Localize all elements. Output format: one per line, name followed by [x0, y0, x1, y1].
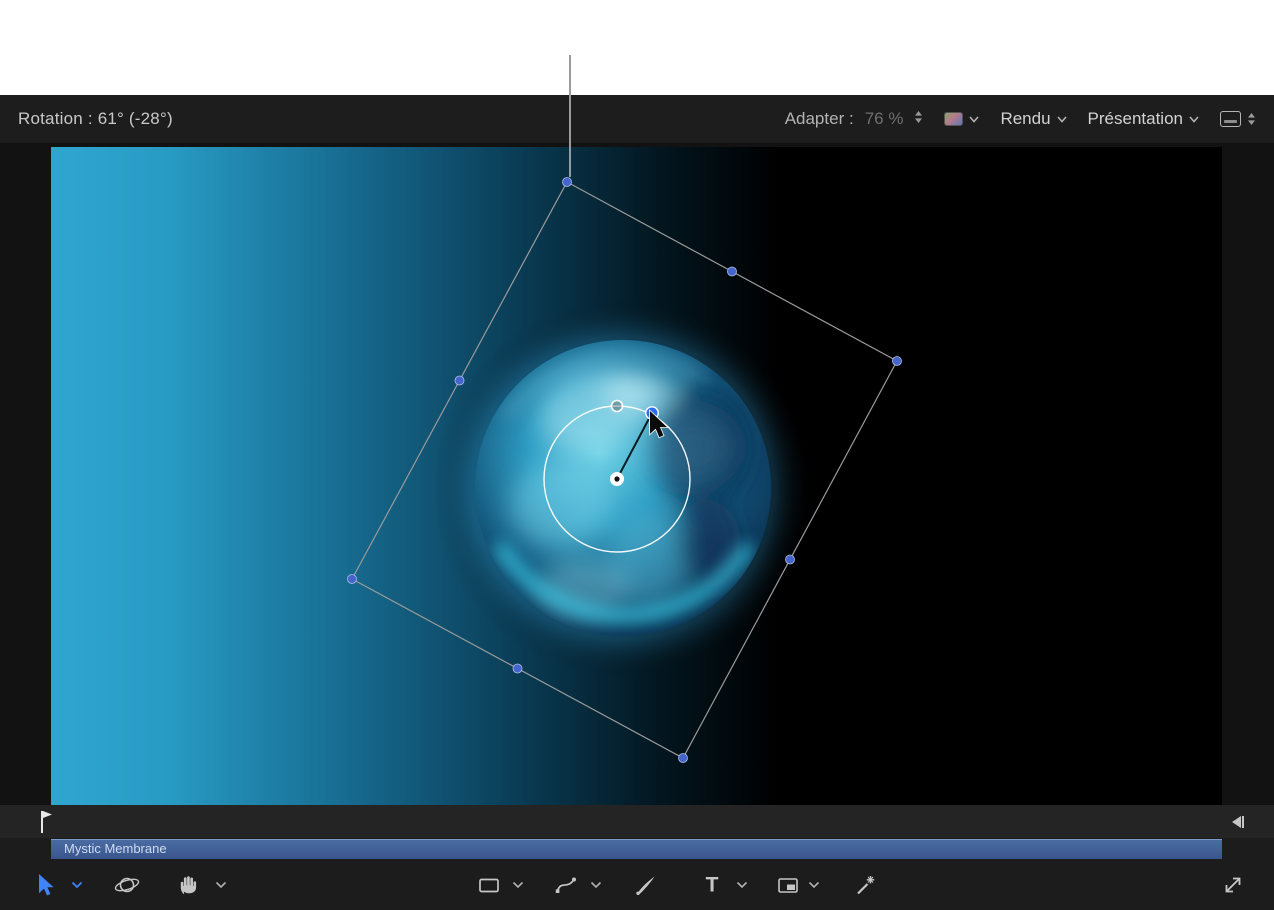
render-menu[interactable]: Rendu: [1000, 109, 1066, 129]
layout-selector[interactable]: [1220, 111, 1256, 127]
bezier-tool-button[interactable]: [553, 873, 579, 897]
bottom-bar: Mystic Membrane: [0, 838, 1274, 910]
render-menu-label: Rendu: [1000, 109, 1050, 129]
rectangle-tool-button[interactable]: [476, 873, 502, 897]
zoom-value[interactable]: 76 %: [865, 109, 904, 129]
corner-handle-right[interactable]: [893, 357, 902, 366]
stepper-icon: [1247, 112, 1256, 126]
mask-tool-button[interactable]: [775, 873, 801, 897]
playhead-marker-icon[interactable]: [38, 809, 54, 840]
channels-swatch-icon: [944, 112, 963, 126]
corner-handle-left[interactable]: [348, 575, 357, 584]
select-tool-button[interactable]: [36, 873, 56, 897]
anchor-point-dot: [614, 476, 619, 481]
mid-handle-bottom-right[interactable]: [786, 555, 795, 564]
layer-name: Mystic Membrane: [64, 841, 167, 856]
chevron-down-icon: [513, 882, 524, 889]
text-tool-dropdown[interactable]: [737, 882, 748, 889]
paint-stroke-tool-button[interactable]: [633, 873, 659, 897]
chevron-down-icon: [1189, 116, 1199, 123]
zoom-stepper-icon[interactable]: [914, 110, 923, 129]
fit-label: Adapter :: [785, 109, 854, 129]
channels-menu[interactable]: [944, 112, 979, 126]
select-tool-dropdown[interactable]: [72, 882, 83, 889]
corner-handle-top[interactable]: [563, 178, 572, 187]
mini-timeline-strip[interactable]: [0, 805, 1274, 838]
pan-tool-button[interactable]: [177, 873, 201, 897]
corner-handle-bottom[interactable]: [679, 754, 688, 763]
rectangle-icon: [476, 873, 502, 897]
chevron-down-icon: [591, 882, 602, 889]
callout-line: [569, 55, 571, 177]
mask-tool-dropdown[interactable]: [809, 882, 820, 889]
arrow-cursor-icon: [36, 873, 56, 897]
toolbar: T: [0, 860, 1274, 910]
window-layout-icon: [1220, 111, 1241, 127]
mid-handle-top-right[interactable]: [728, 267, 737, 276]
text-tool-button[interactable]: T: [706, 875, 719, 896]
3d-transform-tool-button[interactable]: [113, 872, 141, 898]
diagonal-resize-icon: [1221, 873, 1245, 897]
paint-brush-icon: [633, 873, 659, 897]
expand-view-button[interactable]: [1221, 873, 1245, 897]
rectangle-tool-dropdown[interactable]: [513, 882, 524, 889]
chevron-down-icon: [216, 882, 227, 889]
pan-tool-dropdown[interactable]: [216, 882, 227, 889]
chevron-down-icon: [1057, 116, 1067, 123]
3d-transform-icon: [113, 872, 141, 898]
chevron-down-icon: [809, 882, 820, 889]
chevron-down-icon: [72, 882, 83, 889]
mid-handle-top-left[interactable]: [455, 376, 464, 385]
chevron-down-icon: [969, 116, 979, 123]
image-mask-icon: [775, 873, 801, 897]
view-menu[interactable]: Présentation: [1088, 109, 1199, 129]
magic-wand-icon: [853, 873, 879, 897]
view-menu-label: Présentation: [1088, 109, 1183, 129]
rotation-origin-marker: [612, 401, 623, 412]
chevron-down-icon: [737, 882, 748, 889]
skip-to-end-icon[interactable]: [1228, 814, 1246, 835]
canvas-surround: [0, 143, 1274, 805]
hand-icon: [177, 873, 201, 897]
mid-handle-bottom-left[interactable]: [513, 664, 522, 673]
text-tool-glyph: T: [706, 875, 719, 896]
rotation-status: Rotation : 61° (-28°): [18, 109, 173, 129]
bezier-pen-icon: [553, 873, 579, 897]
mini-timeline-layer-bar[interactable]: Mystic Membrane: [51, 839, 1222, 859]
adjust-tool-button[interactable]: [853, 873, 879, 897]
bezier-tool-dropdown[interactable]: [591, 882, 602, 889]
canvas-header-bar: Rotation : 61° (-28°) Adapter : 76 % Ren…: [0, 95, 1274, 143]
canvas-viewport[interactable]: [51, 147, 1222, 805]
membrane-orb-layer[interactable]: [433, 298, 813, 678]
